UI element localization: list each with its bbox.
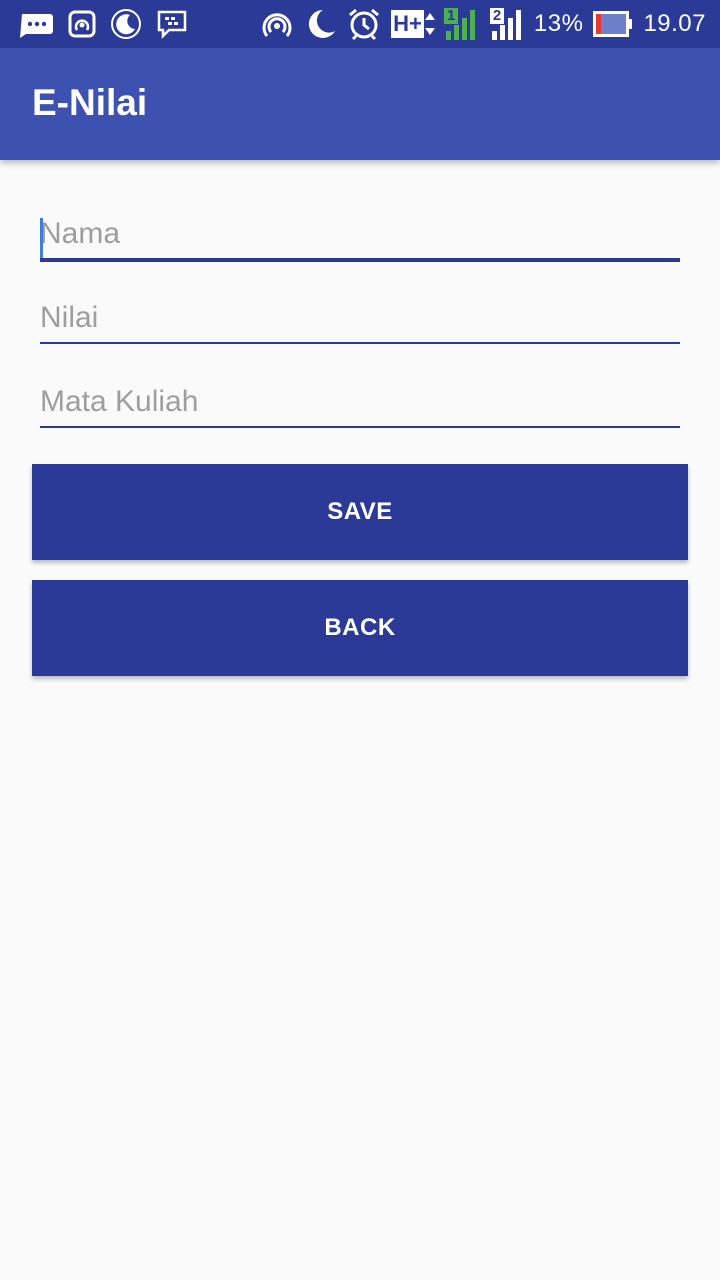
sync-icon [68,10,96,38]
mata-kuliah-field[interactable] [40,374,680,434]
sim2-label: 2 [492,7,502,24]
text-cursor [40,218,43,258]
app-title: E-Nilai [32,82,148,123]
sim1-label: 1 [446,7,456,24]
bbm-chat-icon [18,10,54,38]
battery-percent: 13% [533,10,584,37]
night-mode-icon [110,8,142,40]
mata-kuliah-input[interactable] [40,374,680,430]
app-bar: E-Nilai [0,48,720,160]
signal-sim1-icon: 1 [442,7,478,41]
clock: 19.07 [643,10,706,37]
nama-input[interactable] [40,206,680,262]
network-type-label: H+ [391,10,424,38]
status-right-icons: H+ 1 2 13% 19.07 [261,7,706,41]
status-bar: H+ 1 2 13% 19.07 [0,0,720,48]
moon-icon [303,7,337,41]
battery-icon [593,11,633,37]
nama-field[interactable] [40,206,680,266]
hotspot-icon [261,8,293,40]
alarm-icon [347,7,381,41]
signal-sim2-icon: 2 [488,7,524,41]
hplus-network-icon: H+ [391,10,436,38]
nilai-field[interactable] [40,290,680,350]
nama-underline [40,258,680,262]
nilai-input[interactable] [40,290,680,346]
status-left-icons [18,8,202,40]
bbm-messenger-icon [156,9,188,39]
back-button[interactable]: BACK [32,580,688,676]
mata-kuliah-underline [40,426,680,428]
save-button[interactable]: SAVE [32,464,688,560]
nilai-underline [40,342,680,344]
